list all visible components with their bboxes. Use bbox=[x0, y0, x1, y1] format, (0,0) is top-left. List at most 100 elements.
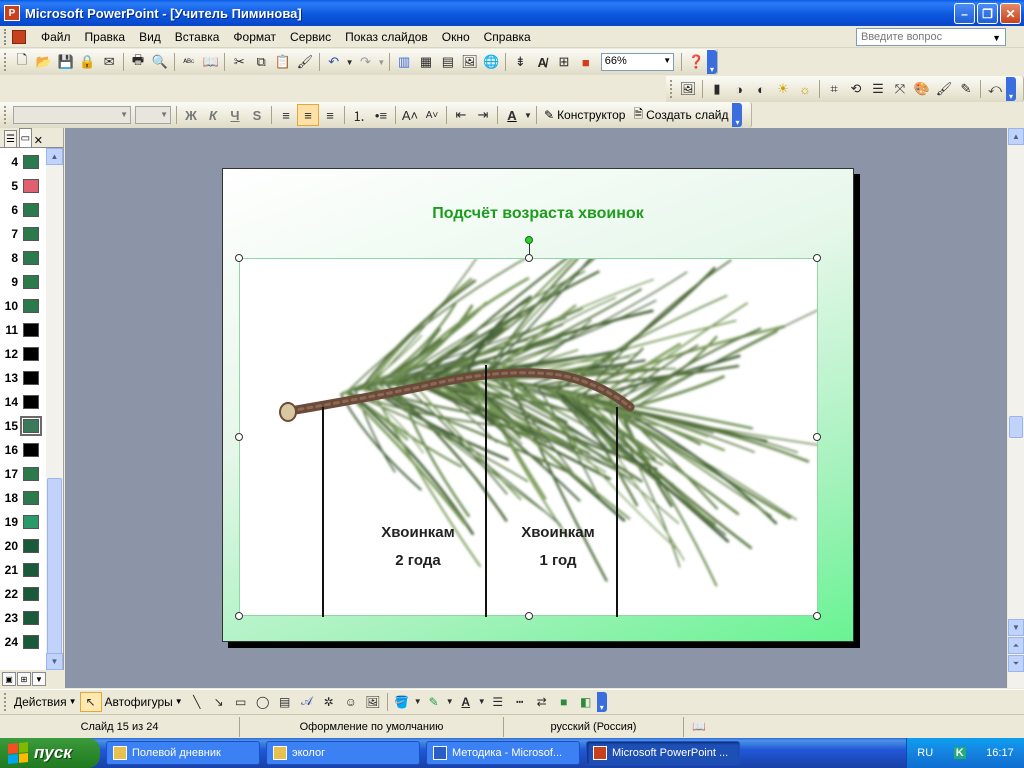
underline-button[interactable]: Ч bbox=[224, 104, 246, 126]
start-button[interactable]: пуск bbox=[0, 738, 100, 768]
chevron-down-icon[interactable]: ▼ bbox=[992, 33, 1001, 43]
line-style-icon[interactable]: ☰ bbox=[867, 78, 889, 100]
paste-icon[interactable]: 📋 bbox=[272, 51, 294, 73]
clock[interactable]: 16:17 bbox=[986, 747, 1014, 759]
increase-font-icon[interactable]: A˄ bbox=[399, 104, 421, 126]
font-color-icon[interactable]: A bbox=[501, 104, 523, 126]
menu-tools[interactable]: Сервис bbox=[283, 30, 338, 44]
menu-file[interactable]: Файл bbox=[34, 30, 78, 44]
chevron-down-icon[interactable]: ▼ bbox=[120, 110, 128, 119]
toolbar-options-icon[interactable]: ▾ bbox=[1006, 77, 1016, 101]
wordart-icon[interactable]: 𝒜 bbox=[296, 692, 318, 712]
picture-icon[interactable]: 🖼 bbox=[362, 692, 384, 712]
document-icon[interactable] bbox=[12, 29, 26, 44]
zoom-select[interactable]: 66% ▼ bbox=[600, 53, 675, 71]
rectangle-icon[interactable]: ▭ bbox=[230, 692, 252, 712]
tables-borders-icon[interactable]: ▤ bbox=[437, 51, 459, 73]
slide-thumbnail[interactable] bbox=[23, 587, 39, 601]
slide-thumbnail[interactable] bbox=[23, 155, 39, 169]
menu-edit[interactable]: Правка bbox=[78, 30, 133, 44]
restore-button[interactable]: ❐ bbox=[977, 3, 998, 24]
menu-format[interactable]: Формат bbox=[226, 30, 283, 44]
help-icon[interactable]: ❓ bbox=[685, 51, 707, 73]
print-preview-icon[interactable]: 🔍 bbox=[149, 51, 171, 73]
increase-indent-icon[interactable]: ⇥ bbox=[472, 104, 494, 126]
slide-thumbnail-row[interactable]: 10 bbox=[0, 294, 46, 318]
insert-table-icon[interactable]: ▦ bbox=[415, 51, 437, 73]
slide-thumbnail-row[interactable]: 11 bbox=[0, 318, 46, 342]
scrollbar-thumb[interactable] bbox=[1009, 416, 1023, 438]
font-color-dropdown-icon[interactable]: ▼ bbox=[523, 104, 533, 126]
permission-icon[interactable]: 🔒 bbox=[76, 51, 98, 73]
taskbar-item-powerpoint[interactable]: Microsoft PowerPoint ... bbox=[586, 741, 740, 765]
cut-icon[interactable]: ✂ bbox=[228, 51, 250, 73]
slide-thumbnail[interactable] bbox=[23, 323, 39, 337]
slide-thumbnail[interactable] bbox=[23, 371, 39, 385]
close-pane-icon[interactable]: ✕ bbox=[34, 134, 43, 147]
color-grayscale-icon[interactable]: ■ bbox=[575, 51, 597, 73]
next-slide-icon[interactable]: ⏷ bbox=[1008, 655, 1024, 672]
slide-thumbnail[interactable] bbox=[23, 491, 39, 505]
compress-pictures-icon[interactable]: ⤧ bbox=[889, 78, 911, 100]
format-picture-icon[interactable]: 🖌 bbox=[933, 78, 955, 100]
insert-picture-icon[interactable]: 🖼 bbox=[459, 51, 481, 73]
decrease-font-icon[interactable]: A˅ bbox=[421, 104, 443, 126]
divider-line-2[interactable] bbox=[485, 365, 487, 617]
menu-help[interactable]: Справка bbox=[477, 30, 538, 44]
toolbar-grip[interactable] bbox=[4, 53, 7, 71]
scroll-up-icon[interactable]: ▲ bbox=[46, 148, 63, 165]
slide-thumbnail-row[interactable]: 18 bbox=[0, 486, 46, 510]
divider-line-1[interactable] bbox=[322, 407, 324, 617]
toolbar-grip[interactable] bbox=[4, 106, 7, 124]
print-icon[interactable]: 🖶 bbox=[127, 51, 149, 73]
textbox-icon[interactable]: ▤ bbox=[274, 692, 296, 712]
more-brightness-icon[interactable]: ☀ bbox=[772, 78, 794, 100]
bullets-icon[interactable]: •≡ bbox=[370, 104, 392, 126]
3d-style-icon[interactable]: ◧ bbox=[575, 692, 597, 712]
slide-thumbnail-row[interactable]: 19 bbox=[0, 510, 46, 534]
toolbar-grip[interactable] bbox=[670, 80, 673, 98]
slide-thumbnail-row[interactable]: 5 bbox=[0, 174, 46, 198]
font-color-icon[interactable]: A bbox=[455, 692, 477, 712]
slideshow-icon[interactable]: ▼ bbox=[32, 672, 46, 686]
set-transparent-icon[interactable]: ✎ bbox=[955, 78, 977, 100]
slide-thumbnail-row[interactable]: 17 bbox=[0, 462, 46, 486]
normal-view-icon[interactable]: ▣ bbox=[2, 672, 16, 686]
outline-tab[interactable]: ☰ bbox=[4, 130, 17, 147]
align-right-icon[interactable]: ≡ bbox=[319, 104, 341, 126]
slide-thumbnail[interactable] bbox=[23, 227, 39, 241]
resize-handle-nw[interactable] bbox=[235, 254, 243, 262]
menu-view[interactable]: Вид bbox=[132, 30, 168, 44]
resize-handle-sw[interactable] bbox=[235, 612, 243, 620]
slide-thumbnail[interactable] bbox=[23, 635, 39, 649]
scroll-up-icon[interactable]: ▲ bbox=[1008, 128, 1024, 145]
slides-tab[interactable]: ▭ bbox=[18, 128, 32, 147]
slide-thumbnail[interactable] bbox=[20, 416, 42, 436]
slide-thumbnail[interactable] bbox=[23, 611, 39, 625]
shadow-button[interactable]: S bbox=[246, 104, 268, 126]
main-vertical-scrollbar[interactable]: ▲ ▼ ⏶ ⏷ bbox=[1008, 128, 1024, 688]
redo-dropdown-icon[interactable]: ▼ bbox=[376, 51, 386, 73]
color-icon[interactable]: ▮ bbox=[706, 78, 728, 100]
reset-picture-icon[interactable]: ⤺ bbox=[984, 78, 1006, 100]
research-icon[interactable]: 📖 bbox=[200, 51, 222, 73]
slide-thumbnail[interactable] bbox=[23, 203, 39, 217]
slide-thumbnail-row[interactable]: 6 bbox=[0, 198, 46, 222]
bold-button[interactable]: Ж bbox=[180, 104, 202, 126]
menu-insert[interactable]: Вставка bbox=[168, 30, 227, 44]
autoshapes-menu[interactable]: Автофигуры ▼ bbox=[102, 695, 186, 709]
shadow-style-icon[interactable]: ■ bbox=[553, 692, 575, 712]
line-icon[interactable]: ╲ bbox=[186, 692, 208, 712]
slide-thumbnail[interactable] bbox=[23, 395, 39, 409]
resize-handle-w[interactable] bbox=[235, 433, 243, 441]
slide-thumbnail-row[interactable]: 23 bbox=[0, 606, 46, 630]
chevron-down-icon[interactable]: ▼ bbox=[160, 110, 168, 119]
rotate-left-icon[interactable]: ⟲ bbox=[845, 78, 867, 100]
slide-thumbnail-row[interactable]: 9 bbox=[0, 270, 46, 294]
slide-thumbnail[interactable] bbox=[23, 251, 39, 265]
new-document-icon[interactable]: 🗋 bbox=[11, 51, 33, 73]
toolbar-options-icon[interactable]: ▾ bbox=[732, 103, 743, 127]
taskbar-item-word[interactable]: Методика - Microsof... bbox=[426, 741, 580, 765]
slide-thumbnail[interactable] bbox=[23, 539, 39, 553]
save-icon[interactable]: 💾 bbox=[55, 51, 77, 73]
